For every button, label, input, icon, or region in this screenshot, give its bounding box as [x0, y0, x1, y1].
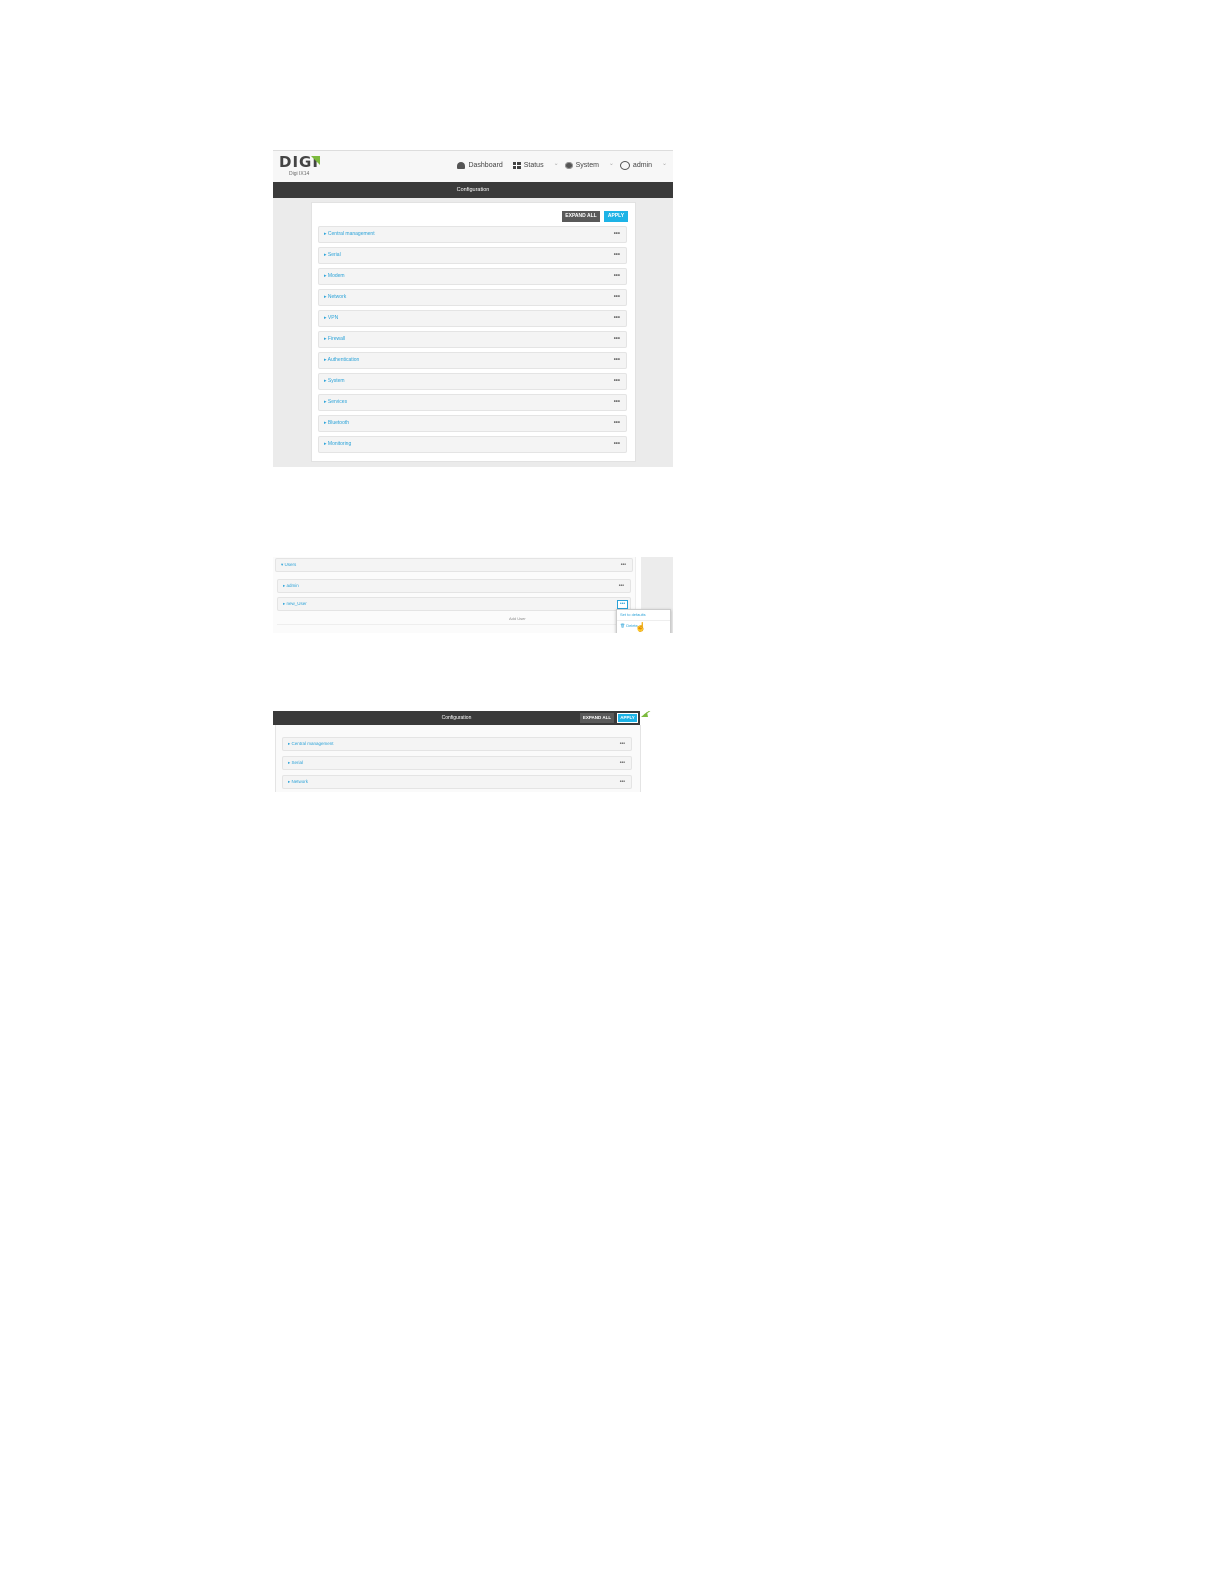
nav-system[interactable]: System	[564, 161, 599, 169]
more-icon[interactable]: •••	[614, 227, 620, 242]
user-row-admin[interactable]: ▸ admin •••	[277, 579, 631, 593]
dashboard-icon	[457, 161, 466, 169]
nav-status[interactable]: Status	[512, 161, 544, 169]
section-label: ▸ Serial	[288, 760, 304, 765]
expand-all-button[interactable]: EXPAND ALL	[562, 211, 600, 222]
more-icon[interactable]: •••	[614, 353, 620, 368]
section-system[interactable]: ▸ System •••	[318, 373, 627, 390]
nav-system-label: System	[575, 161, 599, 169]
hand-cursor-icon: ☝	[635, 622, 647, 632]
more-icon[interactable]: •••	[614, 332, 620, 347]
nav-status-label: Status	[523, 161, 544, 169]
section-central-management[interactable]: ▸ Central management •••	[282, 737, 632, 751]
more-icon[interactable]: •••	[620, 738, 625, 750]
row-menu-button[interactable]: •••	[617, 600, 628, 609]
grid-icon	[512, 161, 521, 169]
configuration-panel: EXPAND ALL APPLY ▸ Central management •••…	[311, 202, 636, 462]
user-label: ▸ admin	[283, 583, 299, 588]
section-label: ▸ Authentication	[324, 357, 360, 363]
user-icon	[619, 160, 630, 170]
users-group-header[interactable]: ▾ Users •••	[275, 558, 633, 572]
section-vpn[interactable]: ▸ VPN •••	[318, 310, 627, 327]
users-screenshot: ▾ Users ••• ▸ admin ••• ▸ new_User Add Use…	[273, 557, 673, 633]
gear-icon	[564, 161, 573, 169]
menu-item-set-defaults[interactable]: Set to defaults	[617, 610, 670, 621]
user-label: ▸ new_User	[283, 601, 307, 606]
nav-dashboard-label: Dashboard	[468, 161, 503, 169]
section-label: ▸ Network	[288, 779, 309, 784]
more-icon[interactable]: •••	[620, 776, 625, 788]
chevron-down-icon[interactable]	[609, 160, 610, 170]
section-serial[interactable]: ▸ Serial •••	[282, 756, 632, 770]
section-network[interactable]: ▸ Network •••	[282, 775, 632, 789]
section-label: ▸ Central management	[324, 231, 375, 237]
section-label: ▸ Bluetooth	[324, 420, 350, 426]
chevron-down-icon[interactable]	[662, 160, 663, 170]
more-icon[interactable]: •••	[621, 559, 626, 571]
more-icon[interactable]: •••	[614, 290, 620, 305]
section-authentication[interactable]: ▸ Authentication •••	[318, 352, 627, 369]
section-label: ▸ Monitoring	[324, 441, 352, 447]
apply-screenshot: Configuration EXPAND ALL APPLY ▸ Central…	[273, 711, 673, 792]
section-label: ▸ System	[324, 378, 345, 384]
section-label: ▸ Serial	[324, 252, 341, 258]
chevron-down-icon[interactable]	[554, 160, 555, 170]
device-name: Digi IX14	[289, 171, 310, 177]
section-firewall[interactable]: ▸ Firewall •••	[318, 331, 627, 348]
logo-triangle-icon	[311, 156, 320, 165]
more-icon[interactable]: •••	[614, 311, 620, 326]
section-monitoring[interactable]: ▸ Monitoring •••	[318, 436, 627, 453]
more-icon[interactable]: •••	[614, 416, 620, 431]
more-icon[interactable]: •••	[614, 269, 620, 284]
users-group-label: ▾ Users	[281, 562, 297, 567]
section-bluetooth[interactable]: ▸ Bluetooth •••	[318, 415, 627, 432]
nav-menu: Dashboard Status System admin	[457, 160, 673, 170]
users-panel: ▾ Users ••• ▸ admin ••• ▸ new_User Add Use…	[273, 557, 636, 633]
nav-admin-label: admin	[632, 161, 652, 169]
more-icon[interactable]: •••	[614, 374, 620, 389]
more-icon[interactable]: •••	[614, 248, 620, 263]
top-navigation-bar: DIGI Digi IX14 Dashboard Status System a…	[273, 151, 673, 182]
configuration-title-bar: Configuration	[273, 182, 673, 198]
section-services[interactable]: ▸ Services •••	[318, 394, 627, 411]
section-label: ▸ Services	[324, 399, 348, 405]
section-label: ▸ Network	[324, 294, 347, 300]
user-row-new-user[interactable]: ▸ new_User	[277, 597, 631, 611]
section-label: ▸ Firewall	[324, 336, 346, 342]
section-central-management[interactable]: ▸ Central management •••	[318, 226, 627, 243]
nav-admin[interactable]: admin	[619, 160, 652, 170]
section-label: ▸ Modem	[324, 273, 345, 279]
page-title: Configuration	[456, 187, 490, 193]
more-icon[interactable]: •••	[619, 580, 624, 592]
apply-button[interactable]: APPLY	[604, 211, 628, 222]
section-label: ▸ VPN	[324, 315, 339, 321]
configuration-screenshot: DIGI Digi IX14 Dashboard Status System a…	[273, 150, 673, 467]
section-network[interactable]: ▸ Network •••	[318, 289, 627, 306]
divider	[277, 624, 629, 625]
more-icon[interactable]: •••	[614, 395, 620, 410]
section-label: ▸ Central management	[288, 741, 334, 746]
add-user-field[interactable]: Add User	[509, 616, 526, 621]
nav-dashboard[interactable]: Dashboard	[457, 161, 503, 169]
more-icon[interactable]: •••	[620, 757, 625, 769]
more-icon[interactable]: •••	[614, 437, 620, 452]
section-serial[interactable]: ▸ Serial •••	[318, 247, 627, 264]
configuration-panel: ▸ Central management ••• ▸ Serial ••• ▸ Ne…	[275, 725, 641, 792]
section-modem[interactable]: ▸ Modem •••	[318, 268, 627, 285]
